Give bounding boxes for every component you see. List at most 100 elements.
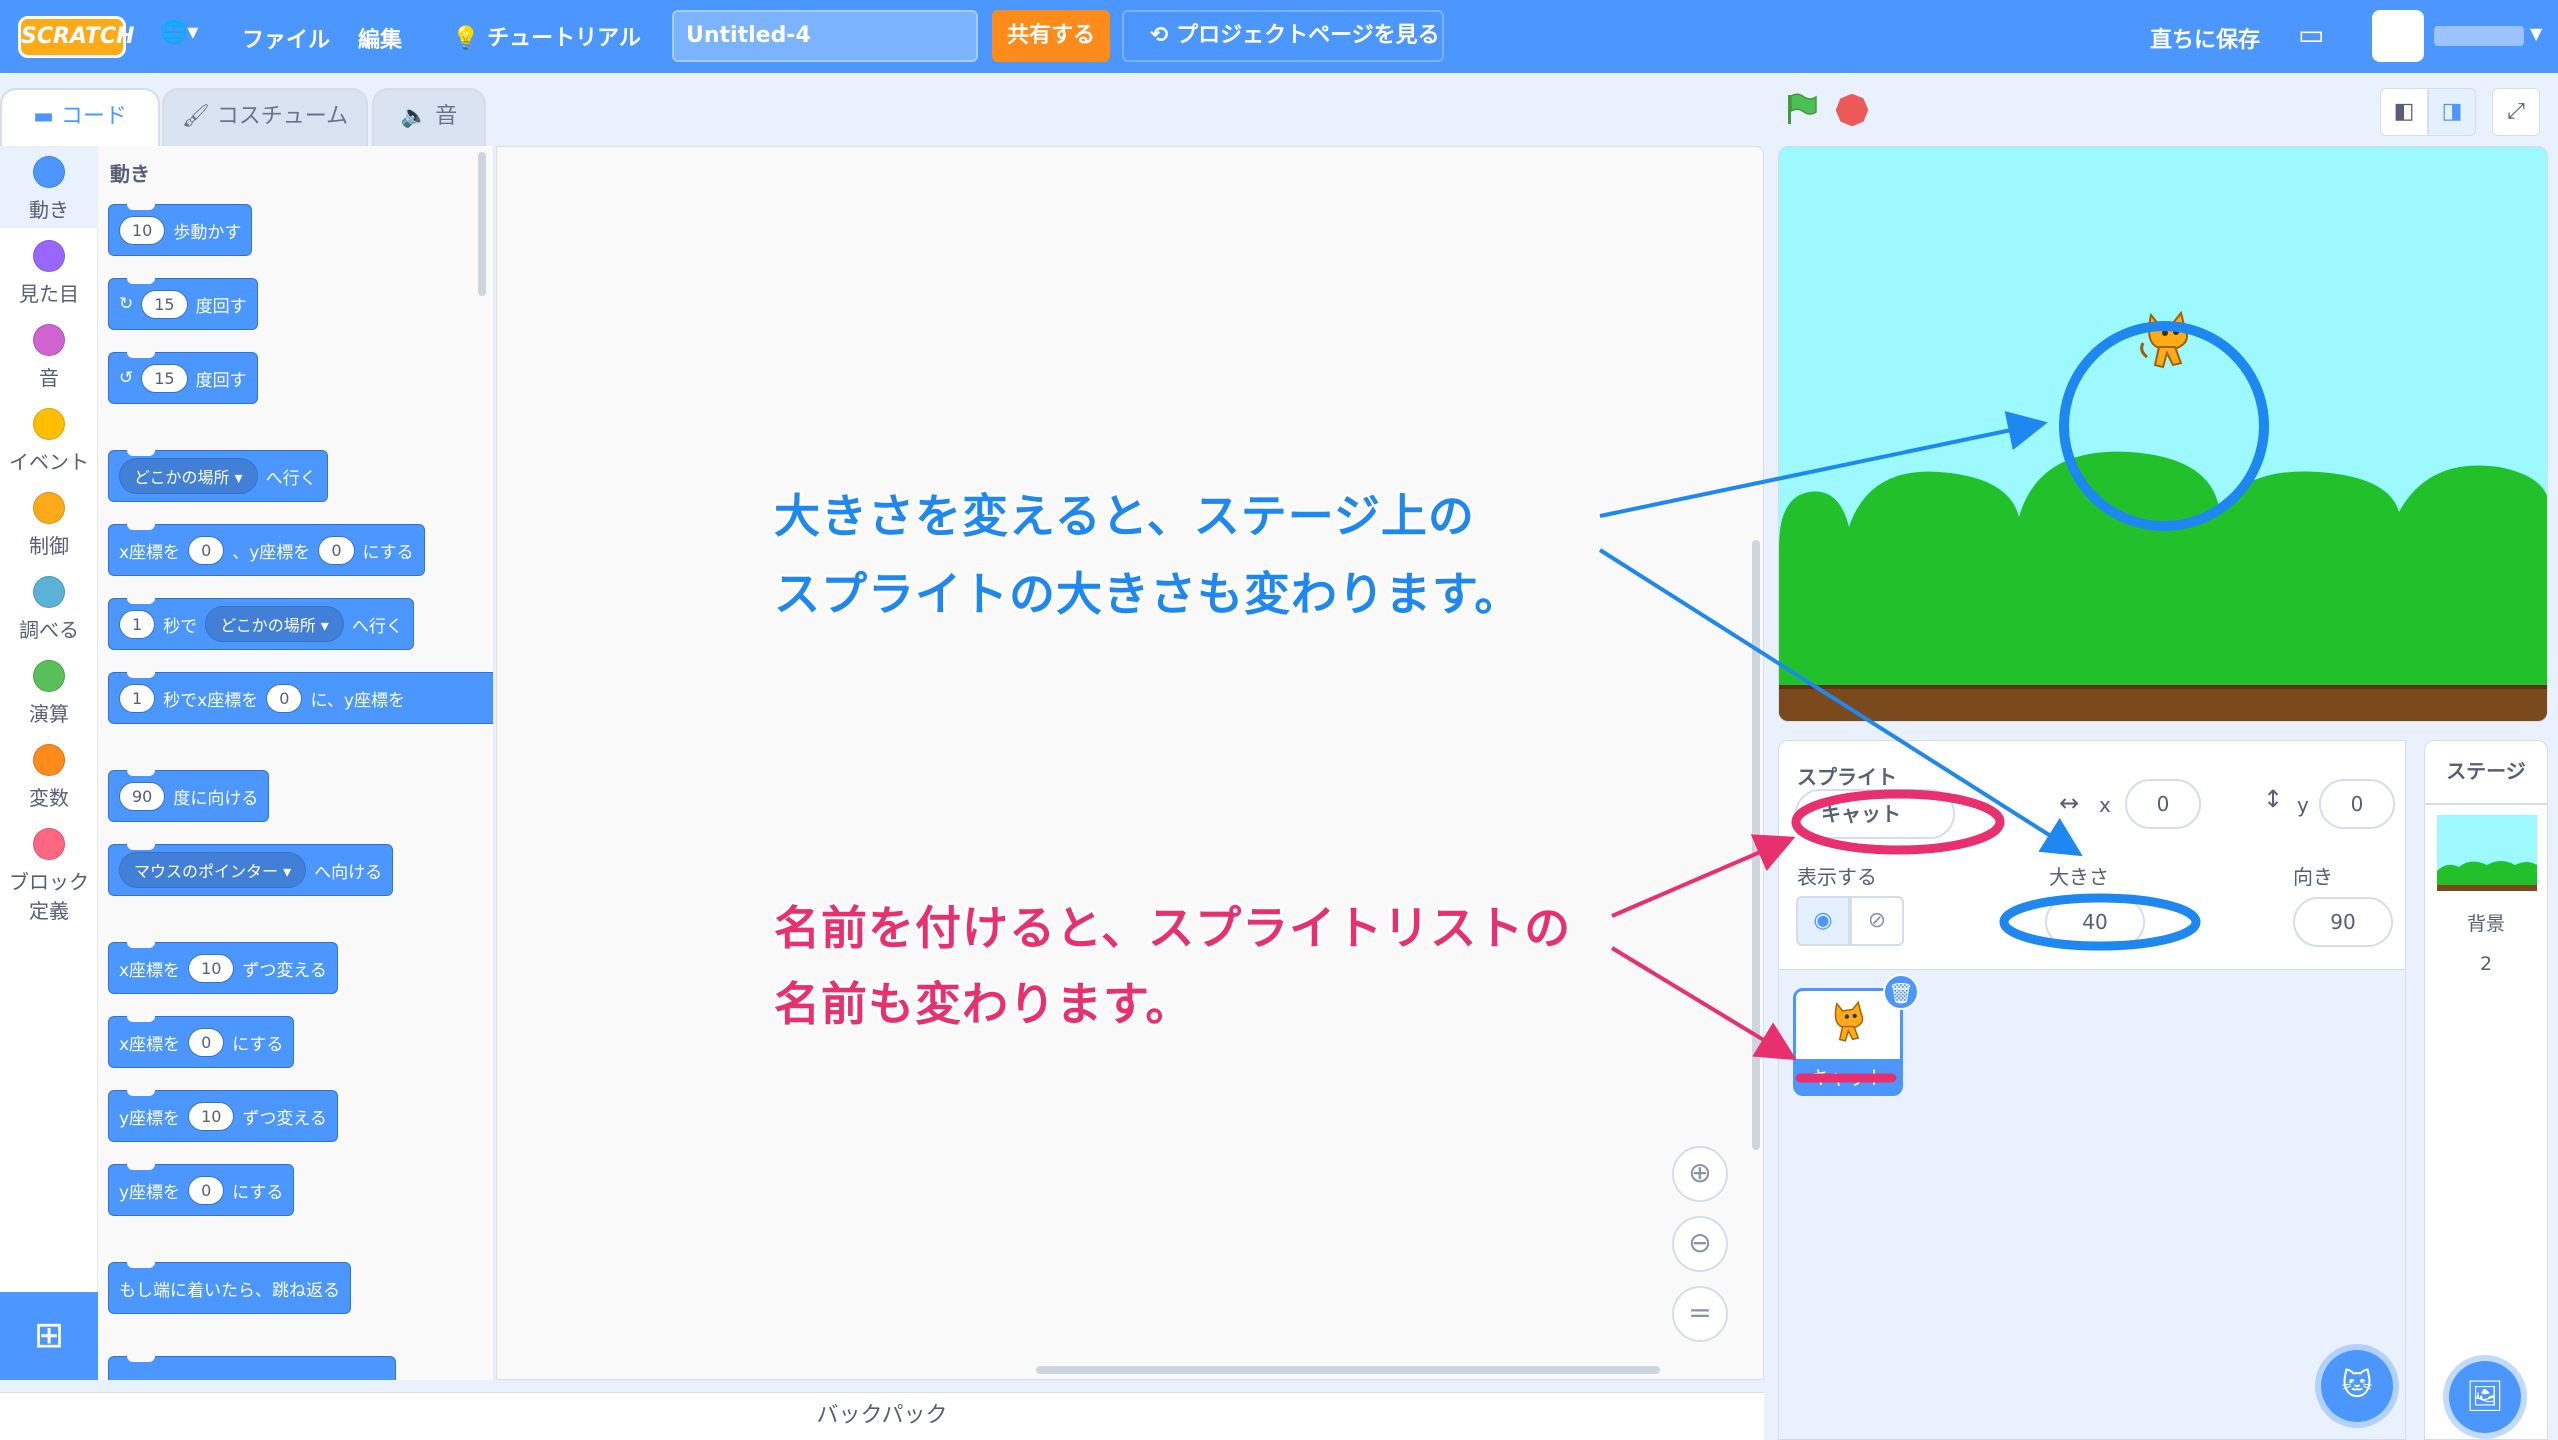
block-input[interactable]: 0 bbox=[318, 535, 355, 565]
y-input[interactable]: 0 bbox=[2319, 779, 2395, 829]
stop-icon[interactable] bbox=[1832, 90, 1872, 130]
category-control[interactable]: 制御 bbox=[0, 492, 98, 559]
annotation-blue-line-2: スプライトの大きさも変わります。 bbox=[774, 567, 1522, 621]
fullscreen-icon: ⤢ bbox=[2507, 99, 2525, 124]
green-flag-icon[interactable] bbox=[1784, 92, 1818, 126]
block-partial[interactable] bbox=[108, 1356, 396, 1380]
show-button[interactable]: ◉ bbox=[1796, 896, 1850, 946]
folder-icon[interactable]: ▭ bbox=[2298, 18, 2324, 51]
project-page-button[interactable]: ⟲ プロジェクトページを見る bbox=[1122, 10, 1444, 62]
block-set-y[interactable]: y座標を 0 にする bbox=[108, 1164, 295, 1216]
direction-input[interactable]: 90 bbox=[2293, 897, 2393, 947]
normal-stage-button[interactable]: ◨ bbox=[2428, 88, 2476, 136]
avatar[interactable] bbox=[2372, 10, 2424, 62]
stage-selector[interactable]: ステージ 背景 2 🖼 bbox=[2424, 740, 2548, 1440]
zoom-out-button[interactable]: ⊖ bbox=[1672, 1216, 1728, 1272]
block-input[interactable]: 90 bbox=[119, 781, 166, 811]
block-point-towards[interactable]: マウスのポインター ▾ へ向ける bbox=[108, 844, 394, 896]
block-go-to-xy[interactable]: x座標を 0 、y座標を 0 にする bbox=[108, 524, 425, 576]
category-label: 制御 bbox=[29, 534, 69, 558]
category-looks[interactable]: 見た目 bbox=[0, 240, 98, 307]
small-stage-button[interactable]: ◧ bbox=[2380, 88, 2428, 136]
category-operators[interactable]: 演算 bbox=[0, 660, 98, 727]
project-title-input[interactable]: Untitled-4 bbox=[672, 10, 978, 62]
dropdown-value: マウスのポインター bbox=[134, 862, 279, 881]
block-input[interactable]: 0 bbox=[188, 535, 225, 565]
block-input[interactable]: 0 bbox=[188, 1027, 225, 1057]
sprite-tile[interactable]: キャット bbox=[1793, 988, 1903, 1096]
block-go-to[interactable]: どこかの場所 ▾ へ行く bbox=[108, 450, 328, 502]
block-input[interactable]: 1 bbox=[119, 609, 156, 639]
add-backdrop-button[interactable]: 🖼 bbox=[2449, 1361, 2521, 1433]
zoom-in-icon: ⊕ bbox=[1688, 1156, 1712, 1189]
tutorial-menu[interactable]: 💡 チュートリアル bbox=[452, 20, 641, 52]
block-input[interactable]: 0 bbox=[266, 683, 303, 713]
brush-icon: 🖌 bbox=[181, 104, 217, 129]
block-text: x座標を bbox=[119, 1034, 181, 1055]
hide-button[interactable]: ⊘ bbox=[1850, 896, 1904, 946]
script-horizontal-scrollbar[interactable] bbox=[1036, 1366, 1660, 1374]
x-input[interactable]: 0 bbox=[2125, 779, 2201, 829]
username-blurred[interactable] bbox=[2434, 26, 2524, 46]
cat-sprite-icon[interactable] bbox=[2133, 307, 2203, 377]
block-glide-to-xy[interactable]: 1 秒でx座標を 0 に、y座標を bbox=[108, 672, 493, 724]
globe-icon[interactable]: 🌐▾ bbox=[160, 20, 198, 45]
backdrop-thumbnail[interactable] bbox=[2437, 815, 2537, 891]
zoom-reset-button[interactable]: = bbox=[1672, 1286, 1728, 1342]
share-button[interactable]: 共有する bbox=[992, 10, 1110, 62]
block-palette: 動き 10 歩動かす ↻ 15 度回す ↺ 15 度回す どこかの場所 ▾ へ行く x座標を… bbox=[98, 146, 494, 1380]
category-events[interactable]: イベント bbox=[0, 408, 98, 475]
block-input[interactable]: 1 bbox=[119, 683, 156, 713]
block-input[interactable]: 10 bbox=[188, 953, 235, 983]
tab-costume[interactable]: 🖌 コスチューム bbox=[162, 88, 368, 146]
category-label: 見た目 bbox=[19, 282, 79, 306]
caret-down-icon[interactable]: ▼ bbox=[2530, 24, 2542, 43]
script-vertical-scrollbar[interactable] bbox=[1752, 540, 1760, 1150]
block-input[interactable]: 15 bbox=[141, 289, 188, 319]
backpack[interactable]: バックパック bbox=[0, 1392, 1764, 1440]
block-input[interactable]: 15 bbox=[141, 363, 188, 393]
block-dropdown[interactable]: どこかの場所 ▾ bbox=[205, 606, 344, 642]
scratch-logo[interactable]: SCRATCH bbox=[18, 16, 134, 58]
fullscreen-button[interactable]: ⤢ bbox=[2492, 88, 2540, 136]
zoom-in-button[interactable]: ⊕ bbox=[1672, 1146, 1728, 1202]
block-text: へ行く bbox=[265, 468, 317, 489]
menu-edit[interactable]: 編集 bbox=[358, 22, 402, 54]
tab-sound[interactable]: 🔈 音 bbox=[372, 88, 486, 146]
category-sound[interactable]: 音 bbox=[0, 324, 98, 391]
block-dropdown[interactable]: マウスのポインター ▾ bbox=[119, 852, 307, 888]
stage-canvas[interactable] bbox=[1778, 146, 2548, 722]
block-turn-left[interactable]: ↺ 15 度回す bbox=[108, 352, 258, 404]
direction-label: 向き bbox=[2293, 865, 2333, 889]
tab-code[interactable]: ▬ コード bbox=[0, 88, 160, 146]
block-input[interactable]: 10 bbox=[188, 1101, 235, 1131]
category-dot-icon bbox=[33, 240, 65, 272]
category-sensing[interactable]: 調べる bbox=[0, 576, 98, 643]
block-change-x[interactable]: x座標を 10 ずつ変える bbox=[108, 942, 338, 994]
category-variables[interactable]: 変数 bbox=[0, 744, 98, 811]
block-turn-right[interactable]: ↻ 15 度回す bbox=[108, 278, 258, 330]
size-input[interactable]: 40 bbox=[2045, 897, 2145, 947]
block-move-steps[interactable]: 10 歩動かす bbox=[108, 204, 253, 256]
category-label: 変数 bbox=[29, 786, 69, 810]
block-set-x[interactable]: x座標を 0 にする bbox=[108, 1016, 295, 1068]
block-text: もし端に着いたら、跳ね返る bbox=[119, 1280, 340, 1301]
block-point-direction[interactable]: 90 度に向ける bbox=[108, 770, 270, 822]
add-extension-button[interactable]: ⊞ bbox=[0, 1292, 98, 1380]
block-glide-to[interactable]: 1 秒で どこかの場所 ▾ へ行く bbox=[108, 598, 414, 650]
block-input[interactable]: 0 bbox=[188, 1175, 225, 1205]
block-bounce-on-edge[interactable]: もし端に着いたら、跳ね返る bbox=[108, 1262, 351, 1314]
block-dropdown[interactable]: どこかの場所 ▾ bbox=[119, 458, 258, 494]
category-motion[interactable]: 動き bbox=[0, 156, 98, 223]
menu-file[interactable]: ファイル bbox=[242, 22, 330, 54]
trash-icon[interactable]: 🗑 bbox=[1883, 974, 1919, 1010]
script-area[interactable] bbox=[496, 146, 1764, 1380]
block-input[interactable]: 10 bbox=[119, 215, 166, 245]
save-now-button[interactable]: 直ちに保存 bbox=[2150, 22, 2260, 54]
block-change-y[interactable]: y座標を 10 ずつ変える bbox=[108, 1090, 338, 1142]
image-plus-icon: 🖼 bbox=[2465, 1379, 2505, 1414]
category-my-blocks[interactable]: ブロック 定義 bbox=[0, 828, 98, 924]
add-sprite-button[interactable]: 🐱 bbox=[2321, 1350, 2393, 1422]
sprite-name-input[interactable]: キャット bbox=[1795, 789, 1955, 839]
palette-scrollbar[interactable] bbox=[478, 152, 486, 296]
